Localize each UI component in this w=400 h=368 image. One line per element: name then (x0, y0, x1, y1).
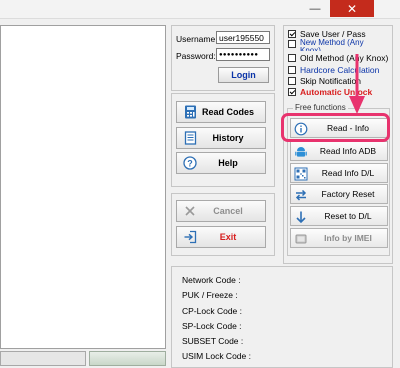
status-bar (0, 351, 86, 366)
automatic-unlock-box (288, 88, 296, 96)
minimize-button[interactable]: — (303, 0, 327, 17)
pointer-arrow (349, 54, 365, 114)
arrows-swap-icon (294, 188, 308, 202)
login-button[interactable]: Login (218, 67, 269, 83)
new-method-box (288, 40, 296, 48)
new-method-label: New Method (Any Knox) (300, 39, 364, 51)
history-button[interactable]: History (176, 127, 266, 149)
read-info-dl-button[interactable]: Read Info D/L (290, 163, 388, 183)
phone-icon (294, 232, 308, 246)
usim-lock-code-label: USIM Lock Code : (182, 351, 251, 361)
info-by-imei-label: Info by IMEI (324, 233, 372, 243)
username-label: Username: (176, 34, 218, 44)
read-info-adb-button[interactable]: Read Info ADB (290, 141, 388, 161)
save-user-pass-label: Save User / Pass (300, 29, 366, 39)
close-button[interactable]: ✕ (330, 0, 374, 17)
read-info-dl-label: Read Info D/L (321, 168, 375, 178)
read-codes-button[interactable]: Read Codes (176, 101, 266, 123)
history-label: History (212, 133, 244, 143)
puk-freeze-label: PUK / Freeze : (182, 290, 238, 300)
skip-notification-box (288, 77, 296, 85)
username-field[interactable]: user195550 (216, 31, 270, 44)
reset-to-dl-label: Reset to D/L (324, 211, 372, 221)
title-bar: — ✕ (0, 0, 400, 19)
password-label: Password: (176, 51, 216, 61)
old-method-box (288, 54, 296, 62)
old-method-checkbox[interactable]: Old Method (Any Knox) (288, 53, 388, 64)
old-method-label: Old Method (Any Knox) (300, 53, 389, 63)
exit-button[interactable]: Exit (176, 226, 266, 248)
info-by-imei-button[interactable]: Info by IMEI (290, 228, 388, 248)
subset-code-label: SUBSET Code : (182, 336, 244, 346)
hardcore-calculation-label: Hardcore Calculation (300, 65, 380, 75)
read-info-adb-label: Read Info ADB (319, 146, 377, 156)
android-icon (294, 145, 308, 159)
new-method-checkbox[interactable]: New Method (Any Knox) (288, 39, 380, 51)
free-functions-label: Free functions (293, 103, 348, 112)
password-field[interactable]: ●●●●●●●●●● (216, 48, 270, 61)
highlight-box (281, 113, 390, 142)
cp-lock-code-label: CP-Lock Code : (182, 306, 242, 316)
factory-reset-label: Factory Reset (321, 189, 375, 199)
factory-reset-button[interactable]: Factory Reset (290, 184, 388, 204)
help-label: Help (218, 158, 238, 168)
cancel-label: Cancel (213, 206, 243, 216)
qr-icon (294, 167, 308, 181)
progress-bar (89, 351, 166, 366)
network-code-label: Network Code : (182, 275, 241, 285)
sp-lock-code-label: SP-Lock Code : (182, 321, 242, 331)
reset-to-dl-button[interactable]: Reset to D/L (290, 206, 388, 226)
save-user-pass-box (288, 30, 296, 38)
help-button[interactable]: ? Help (176, 152, 266, 174)
cancel-button[interactable]: Cancel (176, 200, 266, 222)
exit-label: Exit (219, 232, 237, 242)
log-textarea[interactable] (0, 25, 166, 349)
arrow-down-icon (294, 210, 308, 224)
read-codes-label: Read Codes (201, 107, 254, 117)
hardcore-calculation-box (288, 66, 296, 74)
